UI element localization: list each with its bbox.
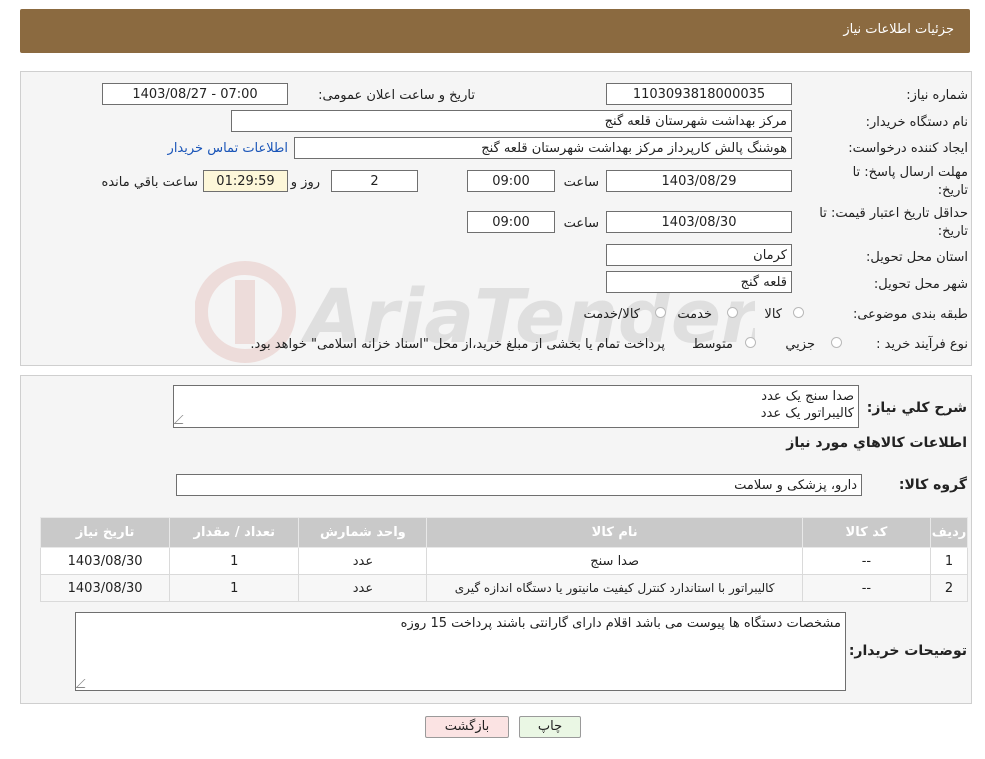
category-option-goods: کالا bbox=[764, 307, 782, 322]
cell-need-date: 1403/08/30 bbox=[39, 547, 171, 575]
goods-group-label: گروه کالا: bbox=[898, 477, 967, 493]
deadline-label-2: تاریخ: bbox=[937, 183, 968, 198]
cell-unit: عدد bbox=[298, 547, 428, 575]
city-field: قلعه گنج bbox=[606, 271, 792, 293]
col-goods-name: نام کالا bbox=[426, 517, 803, 548]
category-radio-goods[interactable] bbox=[793, 307, 804, 318]
print-button[interactable]: چاپ bbox=[519, 716, 581, 738]
cell-quantity: 1 bbox=[169, 547, 300, 575]
days-field: 2 bbox=[331, 170, 418, 192]
table-row: 1 -- صدا سنج عدد 1 1403/08/30 bbox=[39, 547, 969, 575]
summary-label: شرح کلي نياز: bbox=[866, 400, 967, 416]
province-label: استان محل تحویل: bbox=[866, 250, 968, 265]
cell-need-date: 1403/08/30 bbox=[39, 574, 171, 602]
col-unit: واحد شمارش bbox=[298, 517, 428, 548]
process-option-minor: جزیي bbox=[785, 337, 815, 352]
cell-row-number: 1 bbox=[929, 547, 969, 575]
category-option-service: خدمت bbox=[677, 307, 712, 322]
validity-time-label: ساعت bbox=[563, 216, 599, 231]
validity-time-field: 09:00 bbox=[467, 211, 555, 233]
buyer-org-label: نام دستگاه خریدار: bbox=[865, 115, 968, 130]
cell-unit: عدد bbox=[298, 574, 428, 602]
cell-goods-code: -- bbox=[801, 574, 931, 602]
cell-quantity: 1 bbox=[169, 574, 300, 602]
buyer-notes-text: مشخصات دستگاه ها پیوست می باشد اقلام دار… bbox=[400, 616, 841, 631]
validity-label: حداقل تاریخ اعتبار قیمت: تا bbox=[819, 206, 968, 221]
city-label: شهر محل تحویل: bbox=[873, 277, 968, 292]
category-radio-service[interactable] bbox=[727, 307, 738, 318]
summary-line-2: کالیبراتور یک عدد bbox=[760, 406, 854, 421]
buyer-contact-link[interactable]: اطلاعات تماس خریدار bbox=[168, 141, 288, 156]
category-label: طبقه بندی موضوعی: bbox=[852, 307, 968, 322]
announce-datetime-field: 1403/08/27 - 07:00 bbox=[102, 83, 288, 105]
cell-row-number: 2 bbox=[929, 574, 969, 602]
category-option-goods-service: کالا/خدمت bbox=[583, 307, 640, 322]
process-label: نوع فرآیند خرید : bbox=[876, 337, 968, 352]
col-quantity: تعداد / مقدار bbox=[169, 517, 300, 548]
creator-field: هوشنگ پالش کارپرداز مرکز بهداشت شهرستان … bbox=[294, 137, 792, 159]
cell-goods-name: کالیبراتور با استاندارد کنترل کیفیت مانی… bbox=[426, 574, 803, 602]
table-row: 2 -- کالیبراتور با استاندارد کنترل کیفیت… bbox=[39, 574, 969, 602]
validity-date-field: 1403/08/30 bbox=[606, 211, 792, 233]
process-note: پرداخت تمام یا بخشی از مبلغ خرید،از محل … bbox=[250, 337, 665, 352]
deadline-label: مهلت ارسال پاسخ: تا bbox=[852, 165, 968, 180]
deadline-time-label: ساعت bbox=[563, 175, 599, 190]
goods-table: رديف کد کالا نام کالا واحد شمارش تعداد /… bbox=[39, 517, 969, 602]
province-field: کرمان bbox=[606, 244, 792, 266]
back-button[interactable]: بازگشت bbox=[425, 716, 509, 738]
buyer-notes-label: توضیحات خریدار: bbox=[848, 643, 967, 659]
page-title: جزئیات اطلاعات نیاز bbox=[843, 22, 954, 37]
buyer-org-field: مرکز بهداشت شهرستان قلعه گنج bbox=[231, 110, 792, 132]
process-radio-medium[interactable] bbox=[745, 337, 756, 348]
validity-label-2: تاریخ: bbox=[937, 224, 968, 239]
creator-label: ایجاد کننده درخواست: bbox=[848, 141, 968, 156]
goods-table-header: رديف کد کالا نام کالا واحد شمارش تعداد /… bbox=[39, 517, 969, 548]
buyer-notes-textarea[interactable]: مشخصات دستگاه ها پیوست می باشد اقلام دار… bbox=[75, 612, 846, 691]
cell-goods-name: صدا سنج bbox=[426, 547, 803, 575]
cell-goods-code: -- bbox=[801, 547, 931, 575]
page-header: جزئیات اطلاعات نیاز bbox=[20, 9, 970, 53]
category-radio-goods-service[interactable] bbox=[655, 307, 666, 318]
process-radio-minor[interactable] bbox=[831, 337, 842, 348]
need-number-label: شماره نیاز: bbox=[906, 88, 968, 103]
goods-group-field: دارو، پزشکی و سلامت bbox=[176, 474, 862, 496]
goods-info-title: اطلاعات کالاهاي مورد نياز bbox=[786, 435, 967, 451]
summary-line-1: صدا سنج یک عدد bbox=[761, 389, 854, 404]
remaining-time-field: 01:29:59 bbox=[203, 170, 288, 192]
col-goods-code: کد کالا bbox=[801, 517, 931, 548]
need-number-field: 1103093818000035 bbox=[606, 83, 792, 105]
col-row-number: رديف bbox=[929, 517, 969, 548]
col-need-date: تاریخ نیاز bbox=[39, 517, 171, 548]
announce-label: تاریخ و ساعت اعلان عمومی: bbox=[318, 88, 475, 103]
days-label: روز و bbox=[290, 175, 320, 190]
remaining-label: ساعت باقي مانده bbox=[101, 175, 198, 190]
watermark-logo: AriaTender.neT bbox=[194, 250, 934, 380]
deadline-date-field: 1403/08/29 bbox=[606, 170, 792, 192]
process-option-medium: متوسط bbox=[692, 337, 733, 352]
summary-textarea[interactable]: صدا سنج یک عدد کالیبراتور یک عدد bbox=[173, 385, 859, 428]
deadline-time-field: 09:00 bbox=[467, 170, 555, 192]
